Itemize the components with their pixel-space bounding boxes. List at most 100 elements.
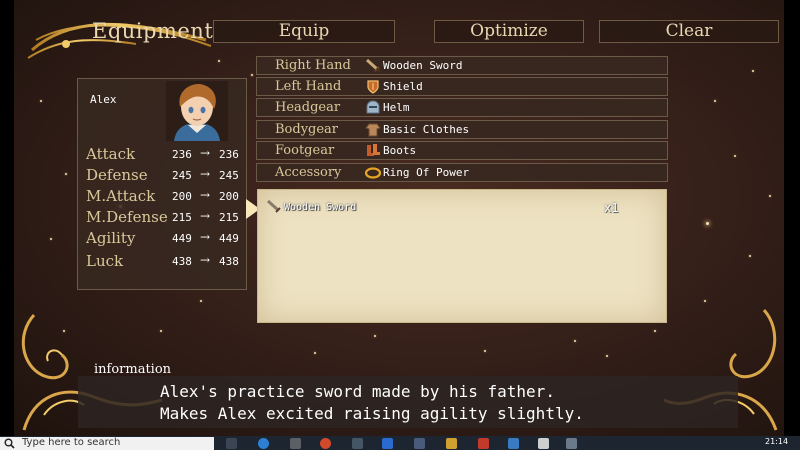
slot-label: Right Hand bbox=[275, 58, 351, 73]
actor-portrait bbox=[166, 81, 228, 141]
dropbox-icon[interactable] bbox=[382, 438, 393, 449]
sparkle bbox=[714, 100, 716, 102]
stat-row-attack: Attack 236 → 236 bbox=[86, 145, 246, 165]
stat-arrow-icon: → bbox=[200, 167, 211, 181]
slot-label: Headgear bbox=[275, 100, 341, 115]
slot-label: Left Hand bbox=[275, 79, 342, 94]
slot-item: Basic Clothes bbox=[383, 123, 470, 136]
sword-icon bbox=[365, 58, 381, 73]
stat-label: M.Defense bbox=[86, 208, 168, 226]
item-name: Wooden Sword bbox=[284, 202, 357, 213]
app-icon[interactable] bbox=[414, 438, 425, 449]
browser-icon[interactable] bbox=[320, 438, 331, 449]
sparkle bbox=[484, 350, 486, 352]
stat-current: 245 bbox=[172, 169, 192, 182]
boots-icon bbox=[367, 144, 380, 156]
stat-row-agility: Agility 449 → 449 bbox=[86, 229, 246, 249]
sparkle bbox=[374, 335, 376, 337]
sparkle bbox=[749, 255, 751, 257]
stat-arrow-icon: → bbox=[200, 146, 211, 160]
information-line: Alex's practice sword made by his father… bbox=[160, 382, 555, 401]
stat-new: 215 bbox=[219, 211, 239, 224]
sparkle bbox=[574, 340, 576, 342]
stat-new: 438 bbox=[219, 255, 239, 268]
app-icon[interactable] bbox=[538, 438, 549, 449]
search-input[interactable]: Type here to search bbox=[0, 437, 214, 450]
slot-label: Bodygear bbox=[275, 122, 339, 137]
sparkle bbox=[50, 238, 52, 240]
app-icon[interactable] bbox=[352, 438, 363, 449]
stat-label: M.Attack bbox=[86, 187, 156, 205]
slot-label: Footgear bbox=[275, 143, 335, 158]
item-count: x1 bbox=[604, 201, 619, 215]
clock: 21:14 bbox=[765, 437, 789, 446]
stat-label: Attack bbox=[86, 145, 136, 163]
information-line: Makes Alex excited raising agility sligh… bbox=[160, 404, 584, 423]
command-equip[interactable]: Equip bbox=[213, 20, 395, 43]
stat-row-luck: Luck 438 → 438 bbox=[86, 252, 246, 272]
sparkle bbox=[769, 195, 771, 197]
actor-face-icon bbox=[166, 81, 228, 141]
edge-icon[interactable] bbox=[258, 438, 269, 449]
sparkle bbox=[606, 355, 608, 357]
stat-arrow-icon: → bbox=[200, 253, 211, 267]
actor-name: Alex bbox=[90, 93, 117, 106]
stat-current: 449 bbox=[172, 232, 192, 245]
shield-icon bbox=[367, 80, 379, 94]
sword-icon bbox=[266, 199, 281, 213]
list-item[interactable]: Wooden Sword x1 bbox=[258, 190, 666, 224]
screen-title: Equipment bbox=[92, 19, 214, 43]
item-list: Wooden Sword x1 bbox=[257, 189, 667, 323]
sparkle bbox=[40, 100, 42, 102]
stat-row-mattack: M.Attack 200 → 200 bbox=[86, 187, 246, 207]
command-clear[interactable]: Clear bbox=[599, 20, 779, 43]
slot-footgear[interactable]: Footgear Boots bbox=[256, 141, 668, 160]
sparkle bbox=[218, 60, 220, 62]
stat-new: 236 bbox=[219, 148, 239, 161]
folder-icon[interactable] bbox=[446, 438, 457, 449]
game-screen: Equipment Equip Optimize Clear Alex Atta… bbox=[14, 0, 784, 436]
app-icon[interactable] bbox=[566, 438, 577, 449]
information-box: Alex's practice sword made by his father… bbox=[78, 376, 738, 428]
sparkle bbox=[65, 173, 67, 175]
stat-new: 245 bbox=[219, 169, 239, 182]
slot-right-hand[interactable]: Right Hand Wooden Sword bbox=[256, 56, 668, 75]
slot-item: Boots bbox=[383, 144, 417, 157]
sparkle bbox=[734, 155, 736, 157]
stat-new: 200 bbox=[219, 190, 239, 203]
slot-item: Wooden Sword bbox=[383, 59, 463, 72]
stat-current: 215 bbox=[172, 211, 192, 224]
stat-row-defense: Defense 245 → 245 bbox=[86, 166, 246, 186]
helm-icon bbox=[366, 100, 380, 114]
slot-accessory[interactable]: Accessory Ring Of Power bbox=[256, 163, 668, 182]
sparkle bbox=[752, 70, 754, 72]
stat-row-mdefense: M.Defense 215 → 215 bbox=[86, 208, 246, 228]
stat-arrow-icon: → bbox=[200, 188, 211, 202]
stat-new: 449 bbox=[219, 232, 239, 245]
game-icon[interactable] bbox=[478, 438, 489, 449]
stat-arrow-icon: → bbox=[200, 209, 211, 223]
sparkle bbox=[706, 222, 709, 225]
sparkle bbox=[251, 74, 253, 76]
slot-left-hand[interactable]: Left Hand Shield bbox=[256, 77, 668, 96]
slot-item: Ring Of Power bbox=[383, 166, 470, 179]
ring-icon bbox=[365, 167, 381, 179]
stat-label: Defense bbox=[86, 166, 148, 184]
information-label: information bbox=[94, 362, 172, 377]
app-icon[interactable] bbox=[508, 438, 519, 449]
actor-status-panel: Alex Attack 236 → 236 Defense 245 → 245 bbox=[77, 78, 247, 290]
slot-item: Helm bbox=[383, 101, 410, 114]
search-placeholder: Type here to search bbox=[22, 437, 121, 448]
command-optimize[interactable]: Optimize bbox=[434, 20, 584, 43]
sparkle bbox=[654, 330, 656, 332]
slot-headgear[interactable]: Headgear Helm bbox=[256, 98, 668, 117]
slot-bodygear[interactable]: Bodygear Basic Clothes bbox=[256, 120, 668, 139]
slot-label: Accessory bbox=[275, 165, 342, 180]
task-view-icon[interactable] bbox=[226, 438, 237, 449]
search-icon bbox=[4, 438, 15, 449]
sparkle bbox=[200, 300, 202, 302]
clothes-icon bbox=[365, 123, 381, 137]
stat-label: Luck bbox=[86, 252, 124, 270]
stat-arrow-icon: → bbox=[200, 230, 211, 244]
app-icon[interactable] bbox=[290, 438, 301, 449]
